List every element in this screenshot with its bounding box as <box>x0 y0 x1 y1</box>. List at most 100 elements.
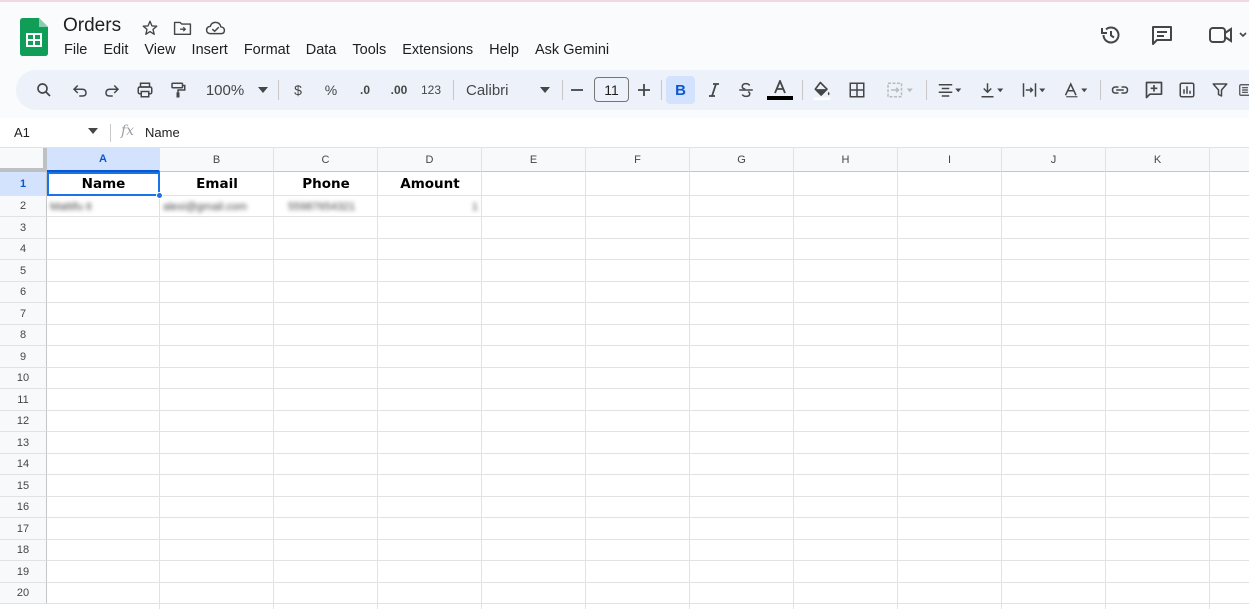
row-header-18[interactable]: 18 <box>0 540 47 561</box>
star-icon[interactable] <box>139 17 161 39</box>
number-format-button[interactable]: 123 <box>418 76 444 104</box>
increase-decimal-button[interactable]: .00 <box>385 76 413 104</box>
decrease-font-size-icon[interactable] <box>569 76 585 104</box>
print-icon[interactable] <box>133 76 157 104</box>
menu-file[interactable]: File <box>56 40 95 60</box>
toolbar-separator <box>1100 80 1101 100</box>
menu-tools[interactable]: Tools <box>344 40 394 60</box>
name-box[interactable]: A1 <box>14 125 30 140</box>
bold-button[interactable]: B <box>666 76 695 104</box>
cell-a2[interactable]: Mattifu it <box>47 196 160 217</box>
row-header-17[interactable]: 17 <box>0 518 47 540</box>
row-header-3[interactable]: 3 <box>0 217 47 239</box>
row-header-11[interactable]: 11 <box>0 389 47 411</box>
row-header-10[interactable]: 10 <box>0 368 47 389</box>
percent-format-button[interactable]: % <box>320 76 342 104</box>
horizontal-align-icon[interactable] <box>932 76 968 104</box>
toolbar-separator <box>453 80 454 100</box>
column-header-d[interactable]: D <box>378 148 482 172</box>
text-rotation-icon[interactable] <box>1058 76 1094 104</box>
fill-color-icon[interactable] <box>810 76 834 104</box>
menu-ask-gemini[interactable]: Ask Gemini <box>527 40 617 60</box>
move-folder-icon[interactable] <box>171 17 193 39</box>
row-header-20[interactable]: 20 <box>0 583 47 604</box>
comments-icon[interactable] <box>1149 22 1175 48</box>
column-header-i[interactable]: I <box>898 148 1002 172</box>
grid-line <box>47 560 1249 561</box>
grid-line <box>47 496 1249 497</box>
row-header-13[interactable]: 13 <box>0 432 47 454</box>
row-header-7[interactable]: 7 <box>0 303 47 325</box>
increase-font-size-icon[interactable] <box>636 76 652 104</box>
column-header-j[interactable]: J <box>1002 148 1106 172</box>
row-header-16[interactable]: 16 <box>0 497 47 518</box>
font-family-select[interactable]: Calibri <box>466 76 550 104</box>
column-header-f[interactable]: F <box>586 148 690 172</box>
menu-edit[interactable]: Edit <box>95 40 136 60</box>
search-menus-icon[interactable] <box>32 76 56 104</box>
merge-cells-icon[interactable] <box>880 76 920 104</box>
column-header-a[interactable]: A <box>47 148 160 172</box>
filter-icon[interactable] <box>1208 76 1232 104</box>
currency-format-button[interactable]: $ <box>288 76 308 104</box>
column-header-e[interactable]: E <box>482 148 586 172</box>
text-wrapping-icon[interactable] <box>1016 76 1052 104</box>
menu-view[interactable]: View <box>136 40 183 60</box>
column-header-b[interactable]: B <box>160 148 274 172</box>
cell-d2[interactable]: 1 <box>378 196 482 217</box>
row-header-4[interactable]: 4 <box>0 239 47 260</box>
column-header-l[interactable] <box>1210 148 1249 172</box>
column-header-h[interactable]: H <box>794 148 898 172</box>
title-bar: Orders File Edit View Insert Format Data… <box>0 2 1249 66</box>
sheets-logo-icon[interactable] <box>20 18 48 56</box>
cell-d1[interactable]: Amount <box>378 172 482 196</box>
text-color-icon[interactable] <box>766 76 794 104</box>
column-header-k[interactable]: K <box>1106 148 1210 172</box>
italic-icon[interactable] <box>702 76 726 104</box>
undo-icon[interactable] <box>68 76 92 104</box>
row-header-14[interactable]: 14 <box>0 454 47 475</box>
row-header-19[interactable]: 19 <box>0 561 47 583</box>
menu-data[interactable]: Data <box>298 40 345 60</box>
decrease-decimal-label: .0 <box>359 83 370 97</box>
menu-extensions[interactable]: Extensions <box>394 40 481 60</box>
cell-b1[interactable]: Email <box>160 172 274 196</box>
cloud-saved-icon[interactable] <box>204 17 226 39</box>
row-header-2[interactable]: 2 <box>0 196 47 217</box>
cell-c2[interactable]: 55987654321 <box>274 196 378 217</box>
menu-format[interactable]: Format <box>236 40 298 60</box>
menu-insert[interactable]: Insert <box>184 40 236 60</box>
column-header-g[interactable]: G <box>690 148 794 172</box>
formula-input[interactable]: Name <box>145 125 180 140</box>
cell-b2[interactable]: alexi@gmail.com <box>160 196 274 217</box>
menu-help[interactable]: Help <box>481 40 527 60</box>
spreadsheet-grid[interactable]: A B C D E F G H I J K 1 2 3 4 5 6 7 8 9 … <box>0 148 1249 609</box>
font-size-input[interactable]: 11 <box>594 77 629 102</box>
row-header-8[interactable]: 8 <box>0 325 47 346</box>
insert-link-icon[interactable] <box>1108 76 1132 104</box>
insert-chart-icon[interactable] <box>1175 76 1199 104</box>
insert-comment-icon[interactable] <box>1142 76 1166 104</box>
version-history-icon[interactable] <box>1098 22 1124 48</box>
strikethrough-icon[interactable] <box>734 76 758 104</box>
filter-views-icon[interactable] <box>1238 76 1249 104</box>
document-title[interactable]: Orders <box>63 15 121 37</box>
name-box-dropdown-icon[interactable] <box>88 128 98 134</box>
row-header-12[interactable]: 12 <box>0 411 47 432</box>
borders-icon[interactable] <box>845 76 869 104</box>
meet-video-icon[interactable] <box>1205 22 1249 48</box>
column-header-c[interactable]: C <box>274 148 378 172</box>
zoom-select[interactable]: 100% <box>202 76 272 104</box>
row-header-15[interactable]: 15 <box>0 475 47 497</box>
row-header-1[interactable]: 1 <box>0 172 47 196</box>
select-all-corner[interactable] <box>0 148 47 172</box>
paint-format-icon[interactable] <box>166 76 190 104</box>
cell-c1[interactable]: Phone <box>274 172 378 196</box>
redo-icon[interactable] <box>100 76 124 104</box>
row-header-9[interactable]: 9 <box>0 346 47 368</box>
decrease-decimal-button[interactable]: .0 <box>352 76 378 104</box>
fill-handle[interactable] <box>156 192 163 199</box>
row-header-5[interactable]: 5 <box>0 260 47 282</box>
row-header-6[interactable]: 6 <box>0 282 47 303</box>
vertical-align-icon[interactable] <box>974 76 1010 104</box>
